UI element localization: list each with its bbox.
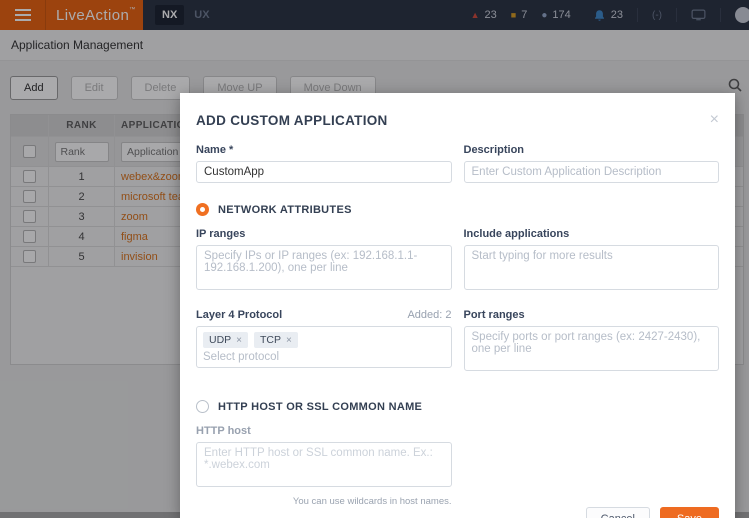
protocol-placeholder: Select protocol <box>203 351 280 363</box>
dialog-title: ADD CUSTOM APPLICATION <box>196 113 388 128</box>
protocol-chip-tcp: TCP × <box>254 332 298 348</box>
port-ranges-textarea[interactable] <box>463 326 719 371</box>
description-label: Description <box>463 144 525 156</box>
close-icon[interactable]: × <box>710 112 719 128</box>
name-label: Name * <box>196 144 234 156</box>
wildcards-helper-text: You can use wildcards in host names. <box>292 496 452 507</box>
description-input[interactable] <box>463 161 719 183</box>
save-button[interactable]: Save <box>659 507 719 518</box>
network-attributes-label: NETWORK ATTRIBUTES <box>218 203 352 216</box>
ip-ranges-label: IP ranges <box>196 228 246 240</box>
http-host-section-label: HTTP HOST OR SSL COMMON NAME <box>218 400 423 413</box>
screen: LiveAction™ NX UX ▲ 23 ■ 7 ● 174 23 (-) … <box>0 0 749 518</box>
port-ranges-label: Port ranges <box>463 309 525 321</box>
include-applications-textarea[interactable] <box>463 245 719 290</box>
added-count: Added: 2 <box>407 309 452 321</box>
cancel-button[interactable]: Cancel <box>585 507 650 518</box>
chip-label: TCP <box>260 334 282 346</box>
ip-ranges-textarea[interactable] <box>196 245 452 290</box>
network-attributes-radio[interactable] <box>196 203 209 216</box>
chip-label: UDP <box>209 334 232 346</box>
remove-chip-icon[interactable]: × <box>286 335 292 346</box>
name-input[interactable] <box>196 161 452 183</box>
protocol-select[interactable]: UDP × TCP × Select protocol <box>196 326 452 368</box>
http-host-radio[interactable] <box>196 400 209 413</box>
remove-chip-icon[interactable]: × <box>236 335 242 346</box>
add-custom-application-dialog: ADD CUSTOM APPLICATION × Name * Descript… <box>180 93 735 518</box>
http-host-label: HTTP host <box>196 425 251 437</box>
protocol-chip-udp: UDP × <box>203 332 249 348</box>
http-host-textarea[interactable] <box>196 442 452 487</box>
layer4-protocol-label: Layer 4 Protocol <box>196 309 283 321</box>
include-applications-label: Include applications <box>463 228 570 240</box>
